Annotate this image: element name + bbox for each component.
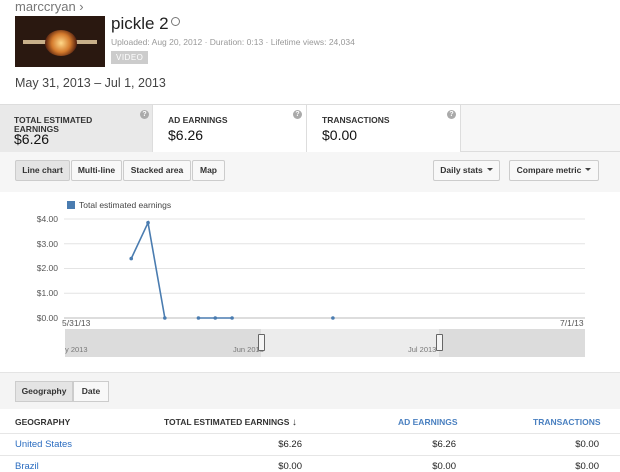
column-header-total-earnings[interactable]: TOTAL ESTIMATED EARNINGS ↓ — [164, 417, 297, 428]
compare-metric-dropdown[interactable]: Compare metric — [509, 160, 599, 181]
data-point — [163, 316, 167, 320]
multi-line-button[interactable]: Multi-line — [71, 160, 122, 181]
metric-value: $0.00 — [322, 127, 358, 143]
earnings-chart: Total estimated earnings $4.00 $3.00 $2.… — [0, 192, 620, 372]
geography-tab[interactable]: Geography — [15, 381, 73, 402]
data-point — [213, 316, 218, 320]
metric-value: $6.26 — [168, 127, 204, 143]
series-line — [130, 220, 166, 319]
stacked-area-button[interactable]: Stacked area — [123, 160, 191, 181]
daily-stats-label: Daily stats — [440, 165, 483, 175]
dropdown-caret-icon — [486, 168, 493, 171]
column-header-transactions[interactable]: TRANSACTIONS — [533, 417, 601, 427]
geography-link[interactable]: United States — [15, 439, 72, 450]
date-tab[interactable]: Date — [73, 381, 109, 402]
nav-shaded-left — [65, 329, 261, 357]
map-button[interactable]: Map — [192, 160, 225, 181]
video-title-text[interactable]: pickle 2 — [111, 14, 169, 33]
nav-left-handle[interactable] — [258, 334, 265, 351]
ad-earnings-cell: $6.26 — [432, 439, 456, 450]
nav-label: y 2013 — [65, 345, 88, 354]
data-point — [146, 220, 150, 225]
video-meta: Uploaded: Aug 20, 2012 · Duration: 0:13 … — [111, 37, 355, 47]
range-navigator[interactable]: y 2013 Jun 2013 Jul 2013 — [65, 329, 585, 357]
nav-right-handle[interactable] — [436, 334, 443, 351]
help-icon[interactable]: ? — [447, 110, 456, 119]
nav-shaded-right — [439, 329, 585, 357]
data-point — [230, 316, 234, 320]
help-icon[interactable]: ? — [293, 110, 302, 119]
nav-label: Jul 2013 — [408, 345, 437, 354]
dropdown-caret-icon — [585, 168, 592, 171]
table-row: Brazil $0.00 $0.00 $0.00 — [0, 455, 620, 472]
x-end-label: 7/1/13 — [560, 318, 584, 328]
geography-link[interactable]: Brazil — [15, 461, 39, 472]
video-title: pickle 2 — [111, 14, 180, 34]
sort-arrow-icon: ↓ — [291, 417, 297, 428]
table-row: United States $6.26 $6.26 $0.00 — [0, 433, 620, 455]
transactions-cell: $0.00 — [575, 461, 599, 472]
data-point — [129, 256, 134, 261]
x-start-label: 5/31/13 — [62, 318, 91, 328]
data-point — [196, 316, 201, 320]
help-icon[interactable]: ? — [140, 110, 149, 119]
column-header-ad-earnings[interactable]: AD EARNINGS — [398, 417, 458, 427]
metric-total-earnings[interactable]: TOTAL ESTIMATED EARNINGS $6.26 ? — [0, 105, 153, 152]
metric-cards: TOTAL ESTIMATED EARNINGS $6.26 ? AD EARN… — [0, 104, 620, 152]
thumbnail-glow — [45, 30, 77, 56]
chart-toolbar: Line chart Multi-line Stacked area Map D… — [0, 152, 620, 192]
metric-label: AD EARNINGS — [168, 115, 228, 125]
total-earnings-cell: $6.26 — [278, 439, 302, 450]
compare-metric-label: Compare metric — [516, 165, 582, 175]
data-point — [331, 316, 335, 320]
video-badge: VIDEO — [111, 51, 149, 64]
external-link-icon[interactable] — [170, 17, 180, 26]
ad-earnings-cell: $0.00 — [432, 461, 456, 472]
date-range[interactable]: May 31, 2013 – Jul 1, 2013 — [15, 76, 166, 90]
metric-label: TRANSACTIONS — [322, 115, 390, 125]
metric-ad-earnings[interactable]: AD EARNINGS $6.26 ? — [153, 105, 307, 152]
metric-value: $6.26 — [14, 131, 50, 147]
total-earnings-cell: $0.00 — [278, 461, 302, 472]
metric-transactions[interactable]: TRANSACTIONS $0.00 ? — [307, 105, 461, 152]
column-header-geography[interactable]: GEOGRAPHY — [15, 417, 70, 427]
daily-stats-dropdown[interactable]: Daily stats — [433, 160, 500, 181]
breadcrumb[interactable]: marccryan › — [15, 0, 84, 14]
transactions-cell: $0.00 — [575, 439, 599, 450]
video-thumbnail[interactable] — [15, 16, 105, 67]
dimension-bar: Geography Date — [0, 372, 620, 409]
column-header-label: TOTAL ESTIMATED EARNINGS — [164, 417, 290, 427]
line-chart-button[interactable]: Line chart — [15, 160, 70, 181]
